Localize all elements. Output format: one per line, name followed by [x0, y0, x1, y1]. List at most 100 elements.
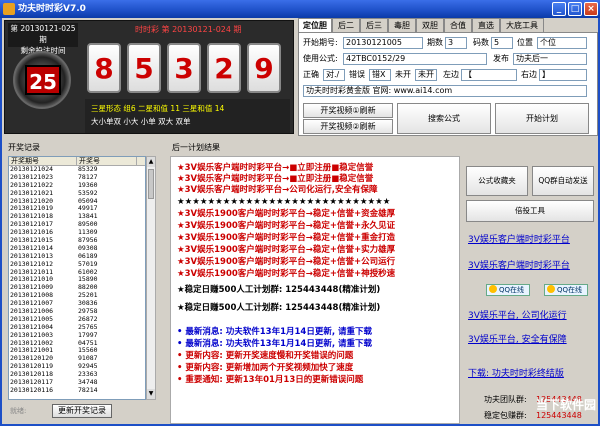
unopened-label: 未开 — [395, 70, 411, 79]
draw-stats: 三星形态 组6 二星和值 11 三星和值 14 大小单双 小大 小单 双大 双单 — [85, 99, 290, 133]
plan-line[interactable]: ★稳定日赚500人工计划群: 125443448(精准计划) — [177, 285, 380, 295]
codes-label: 码数 — [473, 38, 489, 47]
draw-number: 3 — [167, 43, 201, 93]
current-period-header: 时时彩 第 20130121-024 期 — [135, 25, 242, 34]
app-icon — [3, 3, 15, 15]
next-period: 第 20130121-025 期 — [10, 24, 76, 44]
qq-online-button-2[interactable]: QQ在线 — [544, 284, 588, 296]
draw-number: 8 — [87, 43, 121, 93]
right-label: 正确 — [303, 70, 319, 79]
start-period-input[interactable]: 20130121005 — [343, 37, 423, 49]
platform-link-2[interactable]: 3V娱乐客户端时时彩平台 — [468, 258, 570, 271]
periods-input[interactable]: 3 — [445, 37, 467, 49]
right-border-input[interactable]: 】 — [539, 69, 587, 81]
row-number: 78214 — [78, 385, 98, 394]
position-label: 位置 — [517, 38, 533, 47]
refresh-video2-button[interactable]: 开奖视频②刷新 — [303, 119, 393, 134]
minimize-button[interactable]: _ — [552, 2, 566, 16]
tab-dadi-tools[interactable]: 大底工具 — [500, 18, 544, 32]
search-formula-button[interactable]: 搜索公式 — [397, 103, 491, 134]
countdown-dial: 25 — [13, 51, 71, 109]
records-header: 开奖记录 — [8, 143, 40, 152]
table-row[interactable]: 20130120116 78214 — [9, 385, 145, 395]
records-rows: 20130121024 85329 20130121023 78127 20130121… — [9, 165, 145, 395]
records-scrollbar[interactable]: ▲ ▼ — [146, 156, 156, 400]
maximize-button[interactable]: □ — [568, 2, 582, 16]
title-bar: 功夫时时彩V7.0 _ □ × — [0, 0, 600, 18]
tab-dingweidan[interactable]: 定位胆 — [298, 18, 332, 33]
close-button[interactable]: × — [584, 2, 598, 16]
plan-line[interactable]: ★3V娱乐1900客户端时时彩平台→稳定+信誉+公司运行 — [177, 257, 395, 267]
formula-label: 使用公式: — [303, 54, 338, 63]
plan-line[interactable]: • 最新消息: 功夫软件13年1月14日更新, 请重下载 — [177, 339, 372, 349]
draw-number: 2 — [207, 43, 241, 93]
plan-line[interactable]: ★3V娱乐1900客户端时时彩平台→稳定+信誉+永久见证 — [177, 221, 395, 231]
platform-link-3[interactable]: 3V娱乐平台, 公司化运行 — [468, 308, 567, 321]
countdown-value: 25 — [25, 65, 61, 95]
tab-hezhi[interactable]: 合值 — [444, 18, 472, 32]
col-number[interactable]: 开奖号 — [77, 157, 137, 165]
plan-line[interactable]: ★3V娱乐1900客户端时时彩平台→稳定+信誉+资金雄厚 — [177, 209, 395, 219]
tab-content: 开始期号: 20130121005 期数 3 码数 5 位置 个位 使用公式: … — [298, 32, 598, 136]
row-period: 20130120116 — [10, 385, 54, 394]
left-border-label: 左边 — [443, 70, 459, 79]
next-period-box: 第 20130121-025 期 剩余投注时间 — [8, 23, 78, 55]
plan-line[interactable]: ★3V娱乐1900客户端时时彩平台→稳定+信誉+神授秒速 — [177, 269, 395, 279]
plan-line[interactable]: ★稳定日赚500人工计划群: 125443448(精准计划) — [177, 303, 380, 313]
scroll-thumb[interactable] — [148, 169, 154, 199]
start-period-label: 开始期号: — [303, 38, 338, 47]
plan-line[interactable]: ★3V娱乐1900客户端时时彩平台→稳定+信誉+实力雄厚 — [177, 245, 395, 255]
qq-auto-send-button[interactable]: QQ群自动发送 — [532, 166, 594, 196]
stats-line-2: 大小单双 小大 小单 双大 双单 — [91, 117, 191, 126]
right-input[interactable]: 对./ — [323, 69, 345, 81]
scroll-up-arrow[interactable]: ▲ — [147, 157, 155, 167]
site-info-field[interactable]: 功夫时时彩黄金版 官网: www.ai14.com — [303, 85, 587, 97]
left-border-input[interactable]: 【 — [461, 69, 517, 81]
col-period[interactable]: 开奖期号 — [9, 157, 77, 165]
publish-label: 发布 — [493, 54, 509, 63]
qq-online-button-1[interactable]: QQ在线 — [486, 284, 530, 296]
plan-line[interactable]: ★3V娱乐客户端时时彩平台→公司化运行,安全有保障 — [177, 185, 377, 195]
plan-header: 后一计划结果 — [172, 143, 220, 152]
formula-input[interactable]: 42TBC0152/29 — [343, 53, 487, 65]
start-plan-button[interactable]: 开始计划 — [495, 103, 589, 134]
unopened-input[interactable]: 未开 — [415, 69, 437, 81]
main-window: 第 20130121-025 期 剩余投注时间 25 时时彩 第 2013012… — [0, 18, 600, 426]
multiplier-tool-button[interactable]: 倍投工具 — [466, 200, 594, 222]
publish-input[interactable]: 功夫后一 — [513, 53, 587, 65]
wrong-input[interactable]: 错X — [369, 69, 391, 81]
plan-line[interactable]: ★3V娱乐客户端时时彩平台→■立即注册■稳定信誉 — [177, 163, 373, 173]
right-border-label: 右边 — [521, 70, 537, 79]
tab-dudan[interactable]: 毒胆 — [388, 18, 416, 32]
watermark: 当下软件园 — [535, 398, 596, 412]
tab-shuangdan[interactable]: 双胆 — [416, 18, 444, 32]
download-link[interactable]: 下载: 功夫时时彩终结版 — [468, 366, 564, 379]
position-select[interactable]: 个位 — [537, 37, 587, 49]
window-title: 功夫时时彩V7.0 — [18, 4, 86, 14]
plan-line[interactable]: ★★★★★★★★★★★★★★★★★★★★★★★★★★★★ — [177, 197, 390, 207]
refresh-video1-button[interactable]: 开奖视频①刷新 — [303, 103, 393, 118]
tab-zhixuan[interactable]: 直选 — [472, 18, 500, 32]
draw-number: 9 — [247, 43, 281, 93]
records-table[interactable]: 开奖期号 开奖号 20130121024 85329 20130121023 7812… — [8, 156, 146, 400]
tab-housan[interactable]: 后三 — [360, 18, 388, 32]
plan-line[interactable]: • 更新内容: 更新开奖速度慢和开奖错误的问题 — [177, 351, 353, 361]
plan-line[interactable]: ★3V娱乐客户端时时彩平台→■立即注册■稳定信誉 — [177, 174, 373, 184]
tab-bar: 定位胆 后二 后三 毒胆 双胆 合值 直选 大底工具 — [298, 18, 598, 33]
plan-line[interactable]: • 更新内容: 更新增加两个开奖视频加快了速度 — [177, 363, 353, 373]
refresh-records-button[interactable]: 更新开奖记录 — [52, 404, 112, 418]
codes-input[interactable]: 5 — [491, 37, 513, 49]
platform-link-4[interactable]: 3V娱乐平台, 安全有保障 — [468, 332, 567, 345]
formula-favorites-button[interactable]: 公式收藏夹 — [466, 166, 528, 196]
side-panel: 公式收藏夹 QQ群自动发送 倍投工具 3V娱乐客户端时时彩平台 3V娱乐客户端时… — [464, 142, 598, 424]
periods-label: 期数 — [427, 38, 443, 47]
wrong-label: 错误 — [349, 70, 365, 79]
platform-link-1[interactable]: 3V娱乐客户端时时彩平台 — [468, 232, 570, 245]
plan-line[interactable]: ★3V娱乐1900客户端时时彩平台→稳定+信誉+重金打造 — [177, 233, 395, 243]
plan-line[interactable]: • 重要通知: 更新13年01月13日的更新错误问题 — [177, 375, 363, 385]
tab-houer[interactable]: 后二 — [332, 18, 360, 32]
records-panel: 开奖记录 开奖期号 开奖号 20130121024 85329 2013012102… — [4, 142, 166, 424]
scroll-down-arrow[interactable]: ▼ — [147, 389, 155, 399]
plan-line[interactable]: • 最新消息: 功夫软件13年1月14日更新, 请重下载 — [177, 327, 372, 337]
draw-number: 5 — [127, 43, 161, 93]
